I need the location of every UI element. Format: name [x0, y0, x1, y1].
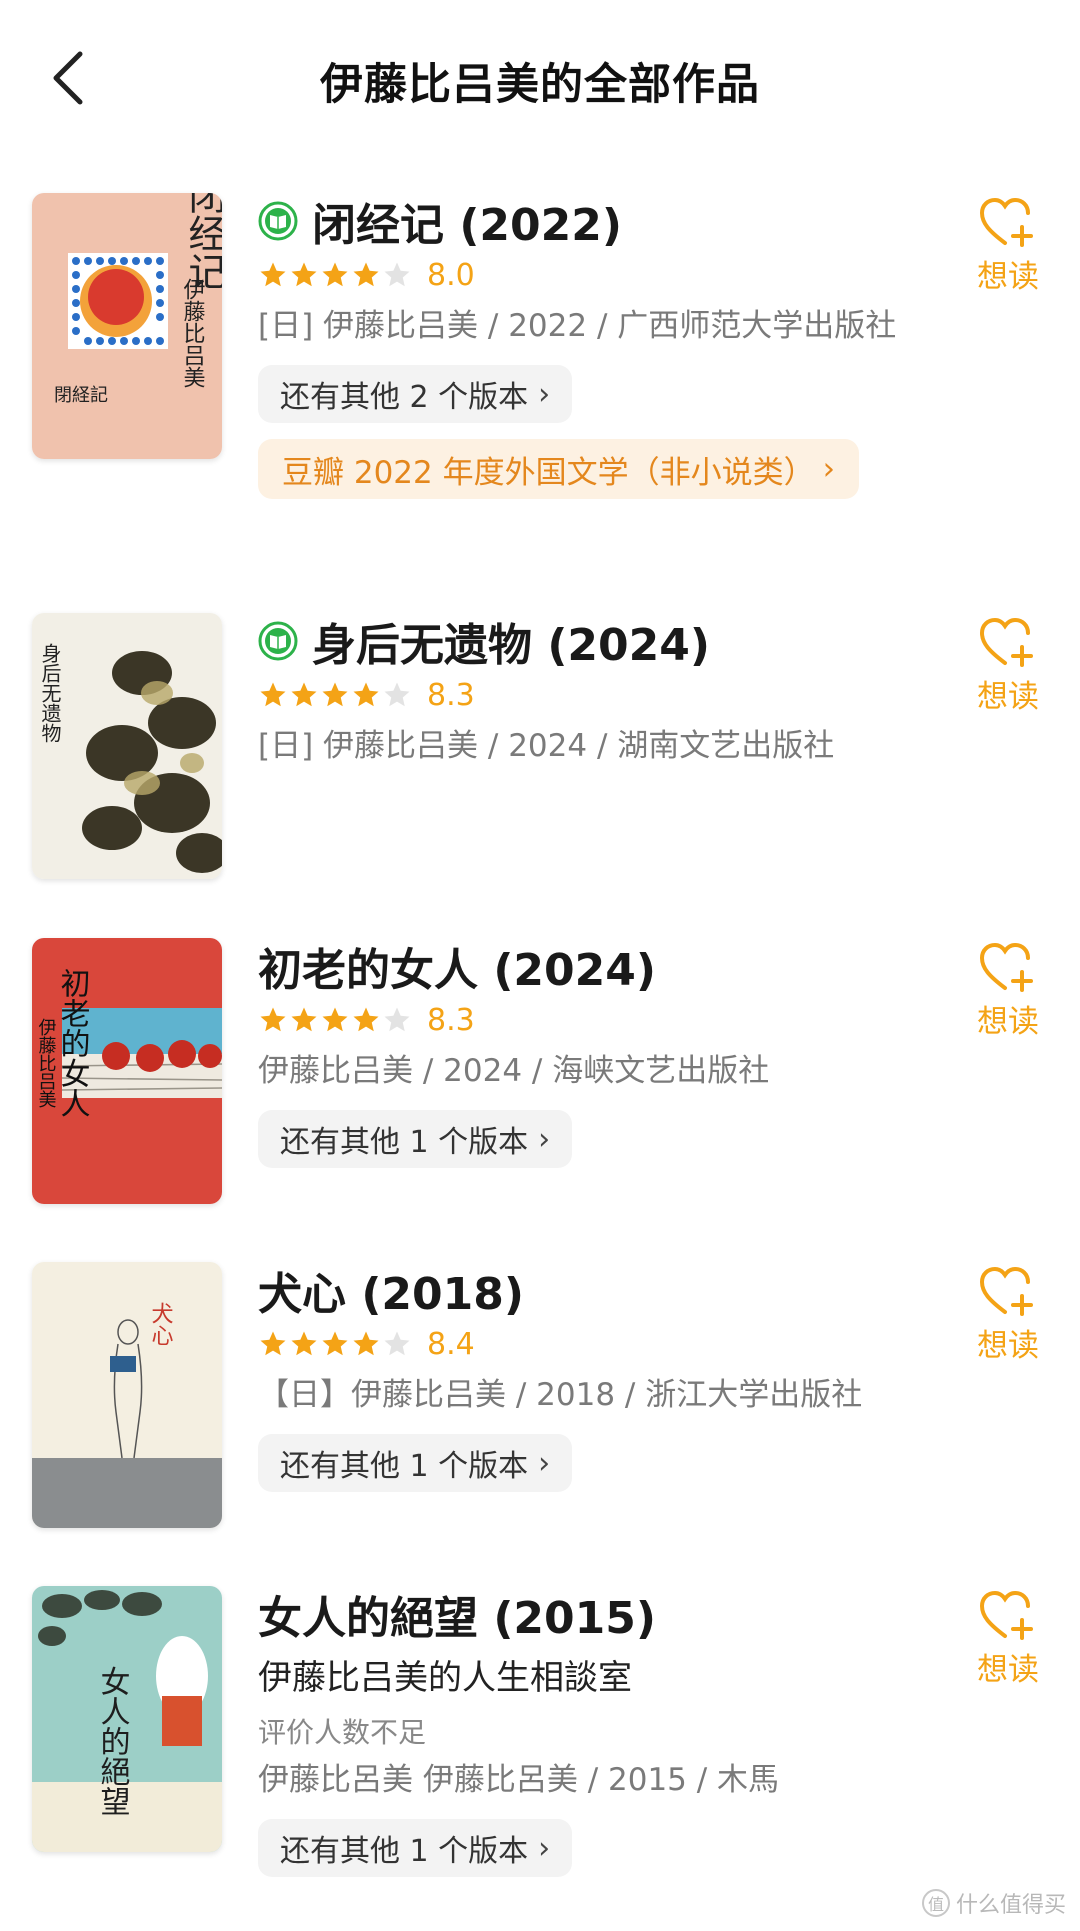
- rating-score: 8.0: [427, 257, 475, 293]
- rating-stars: [258, 1329, 413, 1359]
- rating-score: 8.3: [427, 1002, 475, 1038]
- star-full-icon: [291, 682, 317, 707]
- book-title[interactable]: 初老的女人 (2024): [258, 934, 656, 998]
- top-bar: 伊藤比吕美的全部作品: [0, 0, 1080, 160]
- watermark-logo-icon: 值: [921, 1889, 950, 1917]
- award-label: 豆瓣 2022 年度外国文学（非小说类）: [282, 454, 815, 491]
- chevron-right-icon: ›: [538, 1445, 551, 1481]
- star-full-icon: [260, 1007, 286, 1032]
- book-subtitle: 伊藤比吕美的人生相談室: [258, 1658, 632, 1698]
- other-versions-button[interactable]: 还有其他 1 个版本 ›: [258, 1434, 573, 1492]
- rating-score: 8.3: [427, 677, 475, 713]
- chevron-right-icon: ›: [538, 1830, 551, 1866]
- other-versions-button[interactable]: 还有其他 1 个版本 ›: [258, 1819, 573, 1877]
- heart-plus-icon: [979, 197, 1033, 247]
- book-cover[interactable]: 初老的女人 伊藤比吕美: [32, 938, 222, 1204]
- want-to-read-label: 想读: [977, 259, 1039, 295]
- versions-label: 还有其他 1 个版本: [280, 1834, 529, 1869]
- star-full-icon: [322, 682, 348, 707]
- cover-title: 女人的絕望: [95, 1666, 130, 1816]
- cover-small-title: 閉経記: [54, 385, 108, 406]
- book-cover[interactable]: 犬心: [32, 1262, 222, 1528]
- book-meta: 【日】伊藤比吕美 / 2018 / 浙江大学出版社: [258, 1377, 863, 1413]
- star-full-icon: [353, 1007, 379, 1032]
- want-to-read-button[interactable]: 想读: [960, 1590, 1056, 1689]
- star-full-icon: [260, 262, 286, 287]
- heart-plus-icon: [979, 1590, 1033, 1640]
- book-title[interactable]: 身后无遗物 (2024): [312, 609, 710, 673]
- page-title: 伊藤比吕美的全部作品: [320, 60, 760, 110]
- watermark-text: 什么值得买: [955, 1893, 1066, 1918]
- want-to-read-button[interactable]: 想读: [960, 1266, 1056, 1365]
- chevron-right-icon: ›: [538, 1121, 551, 1157]
- versions-label: 还有其他 2 个版本: [280, 380, 529, 415]
- want-to-read-button[interactable]: 想读: [960, 197, 1056, 296]
- star-full-icon: [353, 1331, 379, 1356]
- heart-plus-icon: [979, 617, 1033, 667]
- want-to-read-label: 想读: [977, 679, 1039, 715]
- star-full-icon: [260, 682, 286, 707]
- watermark: 值 什么值得买: [921, 1887, 1066, 1919]
- star-full-icon: [322, 262, 348, 287]
- star-empty-icon: [384, 682, 410, 707]
- book-meta: [日] 伊藤比吕美 / 2024 / 湖南文艺出版社: [258, 728, 835, 764]
- book-cover[interactable]: 女人的絕望: [32, 1586, 222, 1852]
- read-badge-icon: [258, 621, 298, 661]
- rating-score: 8.4: [427, 1326, 475, 1362]
- book-title[interactable]: 闭经记 (2022): [312, 189, 622, 253]
- want-to-read-label: 想读: [977, 1652, 1039, 1688]
- rating: 8.0: [258, 253, 918, 297]
- want-to-read-label: 想读: [977, 1004, 1039, 1040]
- star-full-icon: [353, 682, 379, 707]
- book-title[interactable]: 犬心 (2018): [258, 1258, 524, 1322]
- read-badge-icon: [258, 201, 298, 241]
- book-meta: [日] 伊藤比吕美 / 2022 / 广西师范大学出版社: [258, 308, 897, 344]
- other-versions-button[interactable]: 还有其他 2 个版本 ›: [258, 365, 573, 423]
- star-full-icon: [260, 1331, 286, 1356]
- want-to-read-button[interactable]: 想读: [960, 617, 1056, 716]
- cover-author: 伊藤比吕美: [36, 1018, 57, 1108]
- book-cover[interactable]: 身后无遗物: [32, 613, 222, 879]
- rating-insufficient: 评价人数不足: [258, 1716, 427, 1749]
- star-full-icon: [322, 1007, 348, 1032]
- want-to-read-button[interactable]: 想读: [960, 942, 1056, 1041]
- book-title[interactable]: 女人的絕望 (2015): [258, 1582, 656, 1646]
- star-empty-icon: [384, 262, 410, 287]
- award-button[interactable]: 豆瓣 2022 年度外国文学（非小说类） ›: [258, 439, 860, 499]
- versions-label: 还有其他 1 个版本: [280, 1125, 529, 1160]
- rating-stars: [258, 260, 413, 290]
- book-meta: 伊藤比吕美 / 2024 / 海峡文艺出版社: [258, 1053, 770, 1089]
- rating: 8.3: [258, 673, 918, 717]
- chevron-right-icon: ›: [538, 376, 551, 412]
- star-full-icon: [291, 1007, 317, 1032]
- book-cover[interactable]: 闭经记 伊藤比吕美 閉経記: [32, 193, 222, 459]
- rating-stars: [258, 1005, 413, 1035]
- star-full-icon: [291, 1331, 317, 1356]
- heart-plus-icon: [979, 1266, 1033, 1316]
- star-empty-icon: [384, 1331, 410, 1356]
- cover-title: 初老的女人: [55, 968, 91, 1118]
- star-full-icon: [291, 262, 317, 287]
- cover-title: 身后无遗物: [38, 643, 62, 743]
- chevron-right-icon: ›: [822, 451, 836, 487]
- cover-title: 闭经记: [182, 193, 222, 290]
- book-meta: 伊藤比呂美 伊藤比呂美 / 2015 / 木馬: [258, 1762, 780, 1798]
- cover-title: 犬心: [148, 1302, 174, 1346]
- want-to-read-label: 想读: [977, 1328, 1039, 1364]
- rating: 8.3: [258, 998, 918, 1042]
- rating-stars: [258, 680, 413, 710]
- rating: 8.4: [258, 1322, 918, 1366]
- star-empty-icon: [384, 1007, 410, 1032]
- versions-label: 还有其他 1 个版本: [280, 1449, 529, 1484]
- heart-plus-icon: [979, 942, 1033, 992]
- star-full-icon: [353, 262, 379, 287]
- star-full-icon: [322, 1331, 348, 1356]
- other-versions-button[interactable]: 还有其他 1 个版本 ›: [258, 1110, 573, 1168]
- cover-author: 伊藤比吕美: [180, 278, 206, 388]
